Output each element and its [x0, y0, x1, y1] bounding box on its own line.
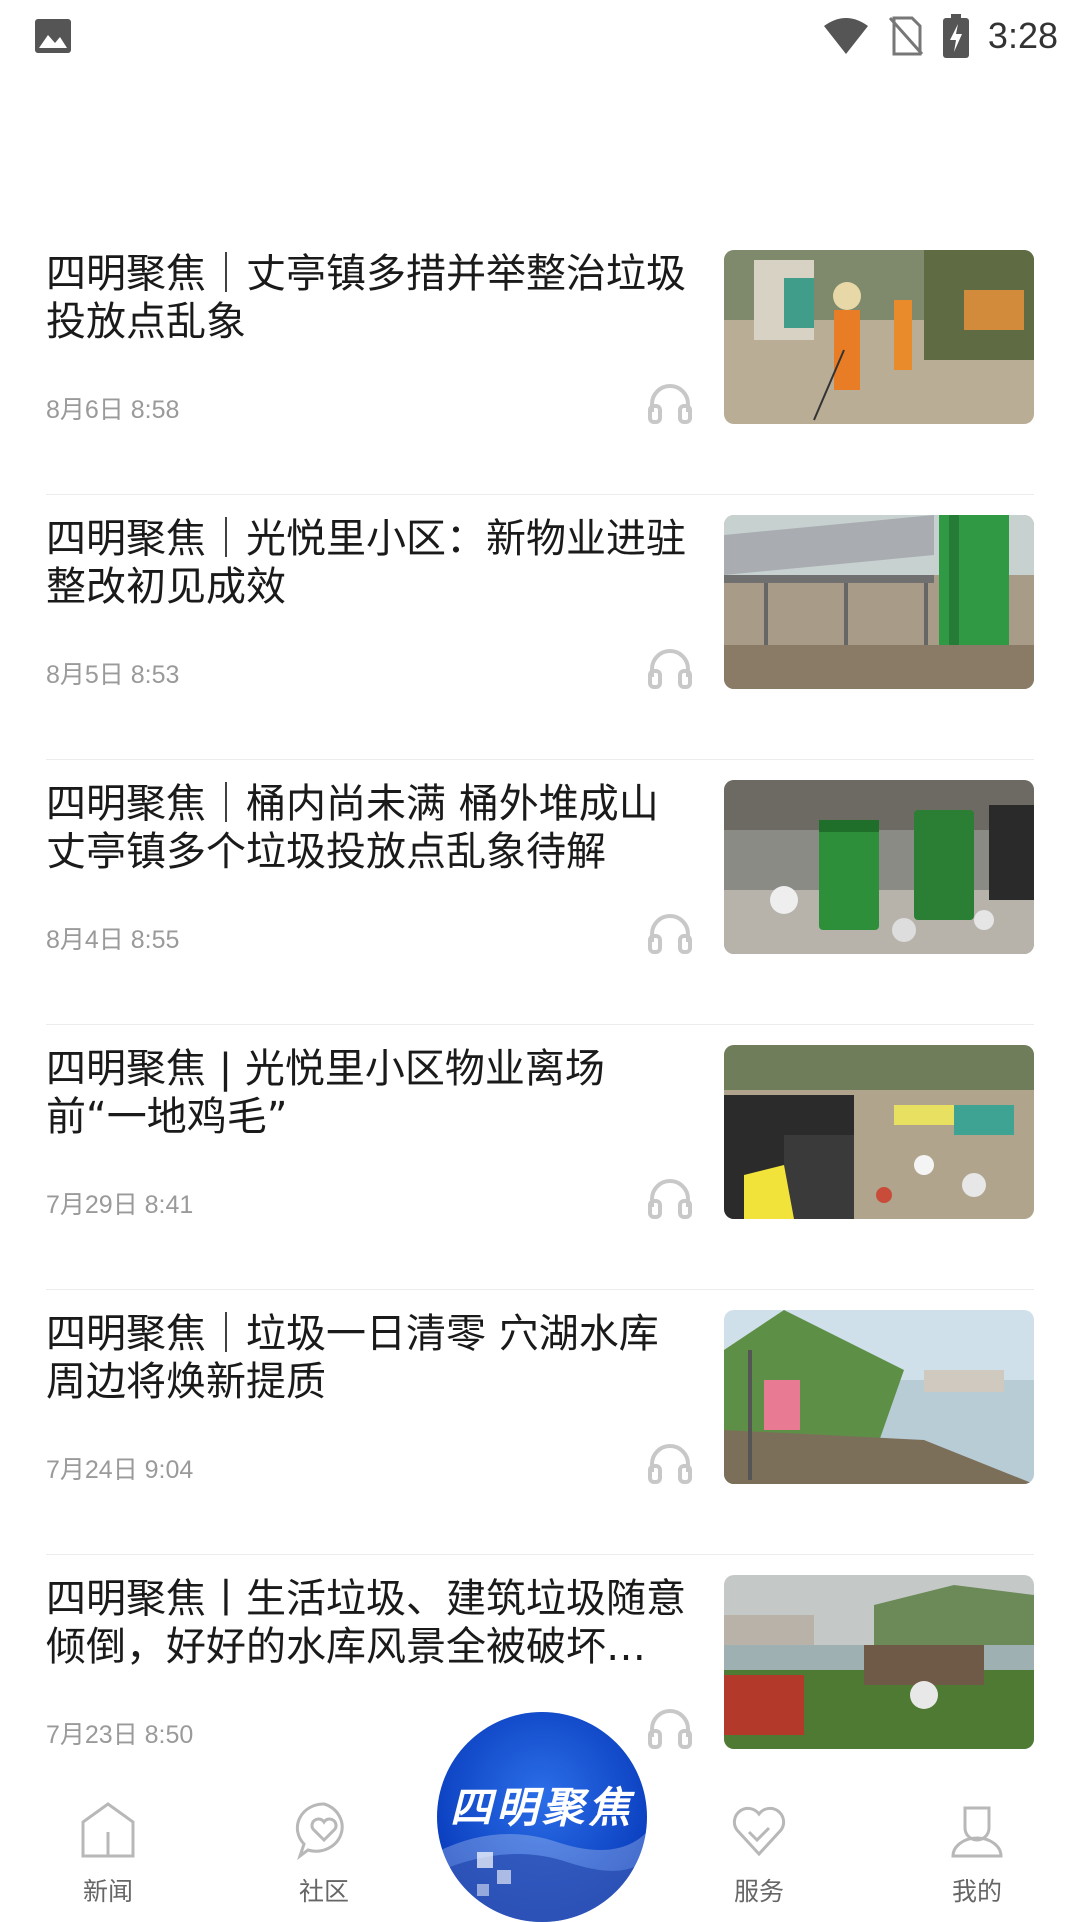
news-feed[interactable]: 四明聚焦｜丈亭镇多措并举整治垃圾投放点乱象 8月6日 8:58 四明聚焦｜光悦里… [0, 230, 1080, 1775]
headphones-icon[interactable] [646, 1173, 694, 1221]
green-trash-bins-photo[interactable] [724, 780, 1034, 954]
battery-charging-icon [942, 14, 969, 58]
headphones-icon[interactable] [646, 908, 694, 956]
news-date: 7月24日 9:04 [46, 1456, 194, 1484]
wifi-icon [823, 18, 868, 54]
news-item[interactable]: 四明聚焦｜垃圾一日清零 穴湖水库周边将焕新提质 7月24日 9:04 [46, 1290, 1034, 1555]
nav-services-label: 服务 [733, 1877, 784, 1906]
nav-mine[interactable]: 我的 [912, 1800, 1042, 1908]
center-logo-button[interactable]: 四明聚焦 [437, 1712, 647, 1922]
reservoir-shore-photo[interactable] [724, 1310, 1034, 1484]
dumped-waste-lake-photo[interactable] [724, 1575, 1034, 1749]
news-title[interactable]: 四明聚焦｜丈亭镇多措并举整治垃圾投放点乱象 [46, 250, 696, 346]
news-date: 8月6日 8:58 [46, 396, 180, 424]
news-item[interactable]: 四明聚焦 | 光悦里小区物业离场前“一地鸡毛” 7月29日 8:41 [46, 1025, 1034, 1290]
nav-services[interactable]: 服务 [694, 1800, 824, 1908]
nav-news-label: 新闻 [82, 1877, 133, 1906]
news-item[interactable]: 四明聚焦｜丈亭镇多措并举整治垃圾投放点乱象 8月6日 8:58 [46, 230, 1034, 495]
nav-community-label: 社区 [298, 1877, 349, 1906]
center-logo-text: 四明聚焦 [449, 1783, 634, 1832]
no-sim-icon [888, 16, 924, 56]
image-icon [35, 19, 71, 53]
user-icon [951, 1806, 1003, 1858]
news-title[interactable]: 四明聚焦 | 光悦里小区物业离场前“一地鸡毛” [46, 1045, 696, 1141]
home-icon [81, 1802, 135, 1858]
heart-bubble-icon [295, 1802, 344, 1860]
news-date: 8月4日 8:55 [46, 926, 180, 954]
news-title[interactable]: 四明聚焦｜垃圾一日清零 穴湖水库周边将焕新提质 [46, 1310, 696, 1406]
nav-community[interactable]: 社区 [259, 1800, 389, 1908]
headphones-icon[interactable] [646, 1703, 694, 1751]
workers-cleaning-photo[interactable] [724, 250, 1034, 424]
scattered-garbage-photo[interactable] [724, 1045, 1034, 1219]
nav-mine-label: 我的 [951, 1877, 1002, 1906]
status-bar: 3:28 [0, 0, 1080, 72]
news-item[interactable]: 四明聚焦｜桶内尚未满 桶外堆成山 丈亭镇多个垃圾投放点乱象待解 8月4日 8:5… [46, 760, 1034, 1025]
headphones-icon[interactable] [646, 378, 694, 426]
news-item[interactable]: 四明聚焦｜光悦里小区：新物业进驻 整改初见成效 8月5日 8:53 [46, 495, 1034, 760]
news-title[interactable]: 四明聚焦｜光悦里小区：新物业进驻 整改初见成效 [46, 515, 696, 611]
covered-shed-photo[interactable] [724, 515, 1034, 689]
heart-check-icon [732, 1806, 786, 1857]
headphones-icon[interactable] [646, 1438, 694, 1486]
clock: 3:28 [987, 15, 1058, 56]
news-date: 8月5日 8:53 [46, 661, 180, 689]
news-title[interactable]: 四明聚焦｜桶内尚未满 桶外堆成山 丈亭镇多个垃圾投放点乱象待解 [46, 780, 696, 876]
news-date: 7月23日 8:50 [46, 1721, 194, 1749]
news-date: 7月29日 8:41 [46, 1191, 194, 1219]
news-title[interactable]: 四明聚焦丨生活垃圾、建筑垃圾随意倾倒，好好的水库风景全被破坏… [46, 1575, 696, 1671]
headphones-icon[interactable] [646, 643, 694, 691]
nav-news[interactable]: 新闻 [43, 1800, 173, 1908]
